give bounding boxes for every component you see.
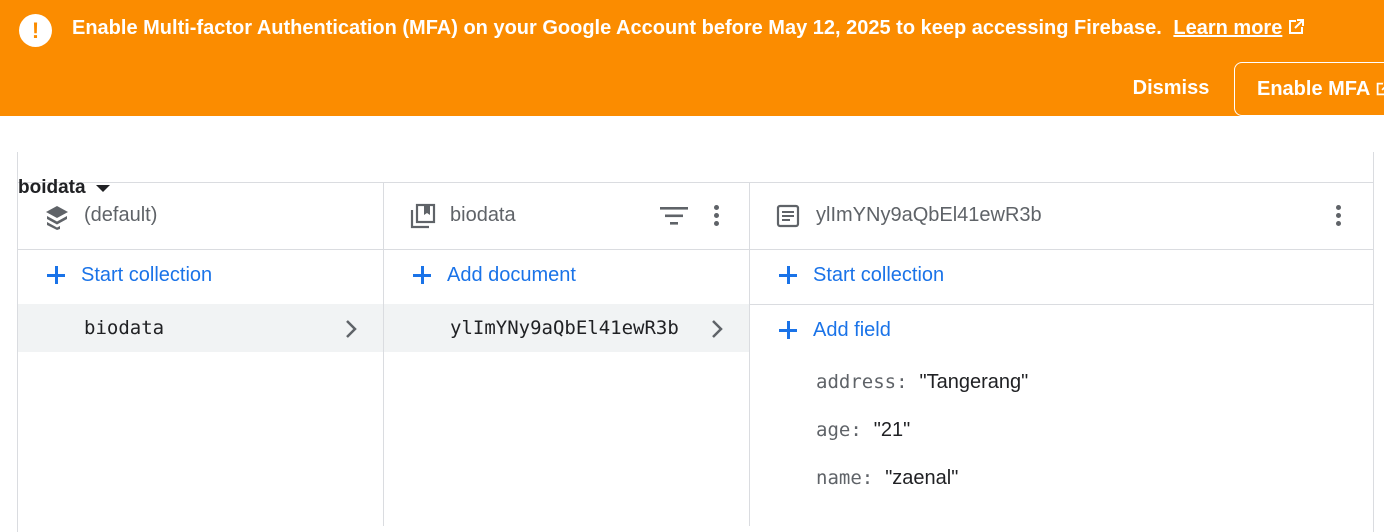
chevron-right-icon [712, 320, 723, 338]
document-label: ylImYNy9aQbEl41ewR3b [816, 204, 1042, 226]
start-collection-button[interactable]: Start collection [18, 250, 383, 304]
field-row[interactable]: age: "21" [816, 419, 910, 442]
document-column-header: ylImYNy9aQbEl41ewR3b [750, 183, 1373, 250]
field-row[interactable]: address: "Tangerang" [816, 371, 1028, 394]
alert-icon: ! [19, 14, 52, 47]
external-link-icon [1289, 19, 1305, 34]
database-stack-icon [46, 206, 68, 230]
add-document-label: Add document [447, 264, 576, 286]
add-field-button[interactable]: Add field [750, 305, 1373, 359]
document-column: ylImYNy9aQbEl41ewR3b Start collection Ad… [750, 183, 1373, 526]
field-value: "zaenal" [885, 467, 959, 489]
collection-name: biodata [84, 317, 165, 339]
start-subcollection-label: Start collection [813, 264, 945, 286]
start-collection-label: Start collection [81, 264, 213, 286]
banner-message: Enable Multi-factor Authentication (MFA)… [72, 17, 1306, 40]
field-key: name: [816, 467, 874, 489]
list-item-document[interactable]: ylImYNy9aQbEl41ewR3b [384, 304, 749, 352]
field-key: address: [816, 371, 908, 393]
mfa-banner: ! Enable Multi-factor Authentication (MF… [0, 0, 1384, 116]
plus-icon [779, 266, 797, 284]
field-key: age: [816, 419, 862, 441]
enable-mfa-button[interactable]: Enable MFA [1234, 62, 1384, 116]
root-column: (default) Start collection biodata [18, 183, 384, 526]
document-id: ylImYNy9aQbEl41ewR3b [450, 317, 679, 339]
filter-icon[interactable] [660, 205, 688, 227]
start-subcollection-button[interactable]: Start collection [750, 250, 1373, 304]
enable-mfa-label: Enable MFA [1257, 77, 1371, 100]
root-column-header: (default) [18, 183, 383, 250]
root-label: (default) [84, 204, 158, 226]
field-row[interactable]: name: "zaenal" [816, 467, 958, 490]
more-options-icon[interactable] [1326, 202, 1350, 232]
field-value: "21" [873, 419, 911, 441]
collection-column-header: biodata [384, 183, 749, 250]
add-field-label: Add field [813, 319, 891, 341]
dismiss-button[interactable]: Dismiss [1116, 64, 1226, 112]
learn-more-label: Learn more [1173, 17, 1283, 39]
more-options-icon[interactable] [704, 202, 728, 232]
list-item-biodata[interactable]: biodata [18, 304, 383, 352]
external-link-icon [1377, 82, 1384, 95]
collection-icon [410, 203, 436, 229]
plus-icon [47, 266, 65, 284]
banner-message-text: Enable Multi-factor Authentication (MFA)… [72, 17, 1162, 39]
learn-more-link[interactable]: Learn more [1173, 17, 1306, 39]
chevron-right-icon [346, 320, 357, 338]
document-icon [776, 204, 800, 228]
collection-label: biodata [450, 204, 516, 226]
plus-icon [413, 266, 431, 284]
collection-column: biodata Add document ylImYNy9aQbEl41ewR3… [384, 183, 750, 526]
field-value: "Tangerang" [919, 371, 1029, 393]
plus-icon [779, 321, 797, 339]
add-document-button[interactable]: Add document [384, 250, 749, 304]
